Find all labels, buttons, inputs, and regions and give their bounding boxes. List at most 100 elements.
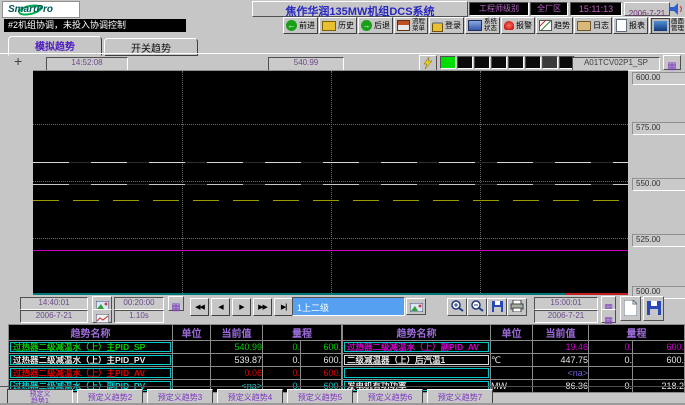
clock-date: 2006-7-21 bbox=[624, 2, 670, 16]
predefined-trend-tab-label: 预定义趋势2 bbox=[88, 392, 132, 403]
trend-name-cell[interactable]: 过热器二级减温水（上）副PID_AV bbox=[343, 341, 491, 354]
unit-cell bbox=[173, 341, 211, 354]
toolbar-button-label: 流程菜单 bbox=[412, 19, 425, 32]
predefined-trend-tab-label: 预定义趋势5 bbox=[298, 392, 342, 403]
trend-name-cell[interactable]: 二级减温器（上）后汽温1 bbox=[343, 354, 491, 367]
gridline bbox=[480, 71, 481, 293]
cursor-time-field: 14:52:08 bbox=[46, 57, 128, 71]
trend-chart[interactable] bbox=[33, 70, 628, 294]
step-forward-button[interactable]: ▶ bbox=[232, 298, 251, 316]
trend-name-cell[interactable] bbox=[343, 367, 491, 380]
trend-config-button[interactable]: ▦ bbox=[663, 55, 681, 70]
unit-cell bbox=[491, 367, 533, 380]
range-max-cell: 600. bbox=[301, 354, 342, 367]
curve-style-button[interactable] bbox=[92, 309, 112, 323]
zoom-out-button[interactable] bbox=[467, 298, 487, 316]
trend-table-row: <na> bbox=[343, 367, 685, 380]
pen-select-button[interactable] bbox=[419, 55, 437, 71]
end-date-calendar-button[interactable]: ▦ bbox=[601, 309, 616, 323]
current-value-cell: 19.46 bbox=[533, 341, 589, 354]
start-time-field: 14:40:01 bbox=[20, 297, 88, 310]
page-title: 焦作华润135MW机组DCS系统 bbox=[252, 1, 468, 17]
trend-name-cell[interactable]: 过热器二级减温水（上）主PID_SP bbox=[9, 341, 173, 354]
col-header-unit: 单位 bbox=[173, 325, 211, 341]
y-axis-label: 525.00 bbox=[632, 234, 685, 247]
gridline bbox=[182, 71, 183, 293]
col-header-value: 当前值 bbox=[211, 325, 263, 341]
main-toolbar: ←前进历史→后退流程菜单登录系统状态报警趋势日志报表画面管理打印画面 bbox=[283, 17, 683, 34]
pen-color-1[interactable] bbox=[440, 56, 456, 69]
toolbar-button-screen-manage[interactable]: 画面管理 bbox=[649, 17, 685, 34]
report-page-icon bbox=[616, 19, 627, 32]
toolbar-button-process-menu[interactable]: 流程菜单 bbox=[394, 17, 428, 34]
pen-color-7[interactable] bbox=[542, 56, 558, 69]
pen-color-2[interactable] bbox=[457, 56, 473, 69]
y-axis-label: 575.00 bbox=[632, 122, 685, 135]
step-back-button[interactable]: ◀ bbox=[211, 298, 230, 316]
monitor-icon bbox=[652, 19, 669, 33]
fast-forward-button[interactable]: ▶▶ bbox=[253, 298, 272, 316]
toolbar-button-forward[interactable]: ←前进 bbox=[283, 17, 318, 34]
new-trend-button[interactable] bbox=[620, 296, 641, 321]
start-date-field: 2006-7-21 bbox=[20, 310, 88, 323]
range-max-cell: 600. bbox=[301, 367, 342, 380]
toolbar-button-report[interactable]: 报表 bbox=[613, 17, 648, 34]
range-min-cell: 0. bbox=[263, 354, 301, 367]
trend-line-1 bbox=[33, 162, 628, 163]
save-trend-button[interactable] bbox=[487, 298, 507, 316]
access-level-box: 工程师级别 bbox=[469, 2, 529, 16]
log-folder-icon bbox=[577, 21, 591, 31]
plant-area-box: 全厂区 bbox=[530, 2, 568, 16]
toolbar-button-login[interactable]: 登录 bbox=[429, 17, 464, 34]
toolbar-button-system-status[interactable]: 系统状态 bbox=[465, 17, 500, 34]
end-time-field: 15:00:01 bbox=[534, 297, 598, 310]
toolbar-button-log[interactable]: 日志 bbox=[574, 17, 612, 34]
current-value-cell: 540.99 bbox=[211, 341, 263, 354]
snapshot-button[interactable] bbox=[92, 296, 112, 310]
time-axis-alarm-segment bbox=[565, 293, 628, 295]
toolbar-button-label: 登录 bbox=[445, 20, 461, 31]
pen-color-6[interactable] bbox=[525, 56, 541, 69]
trend-table-row: 过热器二级减温水（上）主PID_PV539.870.600. bbox=[9, 354, 342, 367]
toolbar-button-label: 后退 bbox=[374, 20, 390, 31]
range-max-cell bbox=[633, 367, 685, 380]
pen-color-4[interactable] bbox=[491, 56, 507, 69]
group-picture-button[interactable] bbox=[406, 298, 426, 315]
toolbar-button-trend[interactable]: 趋势 bbox=[536, 17, 573, 34]
trend-table-row: 过热器二级减温水（上）主PID_SP540.990.600. bbox=[9, 341, 342, 354]
toolbar-button-back[interactable]: →后退 bbox=[358, 17, 393, 34]
trend-name-cell[interactable]: 过热器二级减温水（上）主PID_AV bbox=[9, 367, 173, 380]
toolbar-button-alarm[interactable]: 报警 bbox=[501, 17, 535, 34]
trend-name-cell[interactable]: 过热器二级减温水（上）主PID_PV bbox=[9, 354, 173, 367]
printer-icon bbox=[510, 300, 524, 312]
go-to-end-button[interactable]: ▶| bbox=[274, 298, 293, 316]
vcr-controls: ◀◀◀▶▶▶▶| bbox=[190, 298, 295, 316]
trend-line-3 bbox=[33, 200, 628, 201]
rewind-button[interactable]: ◀◀ bbox=[190, 298, 209, 316]
trend-line-4 bbox=[33, 250, 628, 251]
trend-group-select[interactable]: 1上二级 bbox=[292, 297, 405, 316]
range-min-cell: 0. bbox=[589, 341, 633, 354]
col-header-range: 量程 bbox=[263, 325, 342, 341]
pen-color-3[interactable] bbox=[474, 56, 490, 69]
mini-chart-icon bbox=[96, 314, 109, 323]
sample-interval-field: 1.10s bbox=[114, 310, 164, 323]
toolbar-button-label: 系统状态 bbox=[484, 19, 497, 32]
crosshair-cursor-icon[interactable]: + bbox=[14, 53, 22, 69]
new-document-icon bbox=[624, 300, 637, 316]
toolbar-button-label: 历史 bbox=[338, 20, 354, 31]
start-calendar-button[interactable]: ▦ bbox=[168, 296, 184, 311]
col-header-range: 量程 bbox=[589, 325, 685, 341]
pen-color-5[interactable] bbox=[508, 56, 524, 69]
zoom-out-icon bbox=[470, 299, 484, 312]
print-trend-button[interactable] bbox=[507, 298, 527, 316]
zoom-in-button[interactable] bbox=[447, 298, 467, 316]
toolbar-button-label: 前进 bbox=[299, 20, 315, 31]
toolbar-button-history[interactable]: 历史 bbox=[319, 17, 357, 34]
save-config-button[interactable] bbox=[643, 296, 664, 321]
time-axis-line bbox=[33, 293, 565, 295]
toolbar-button-label: 日志 bbox=[593, 20, 609, 31]
end-time-calendar-button[interactable]: ▦ bbox=[601, 296, 616, 310]
range-min-cell: 0. bbox=[263, 341, 301, 354]
col-header-value: 当前值 bbox=[533, 325, 589, 341]
